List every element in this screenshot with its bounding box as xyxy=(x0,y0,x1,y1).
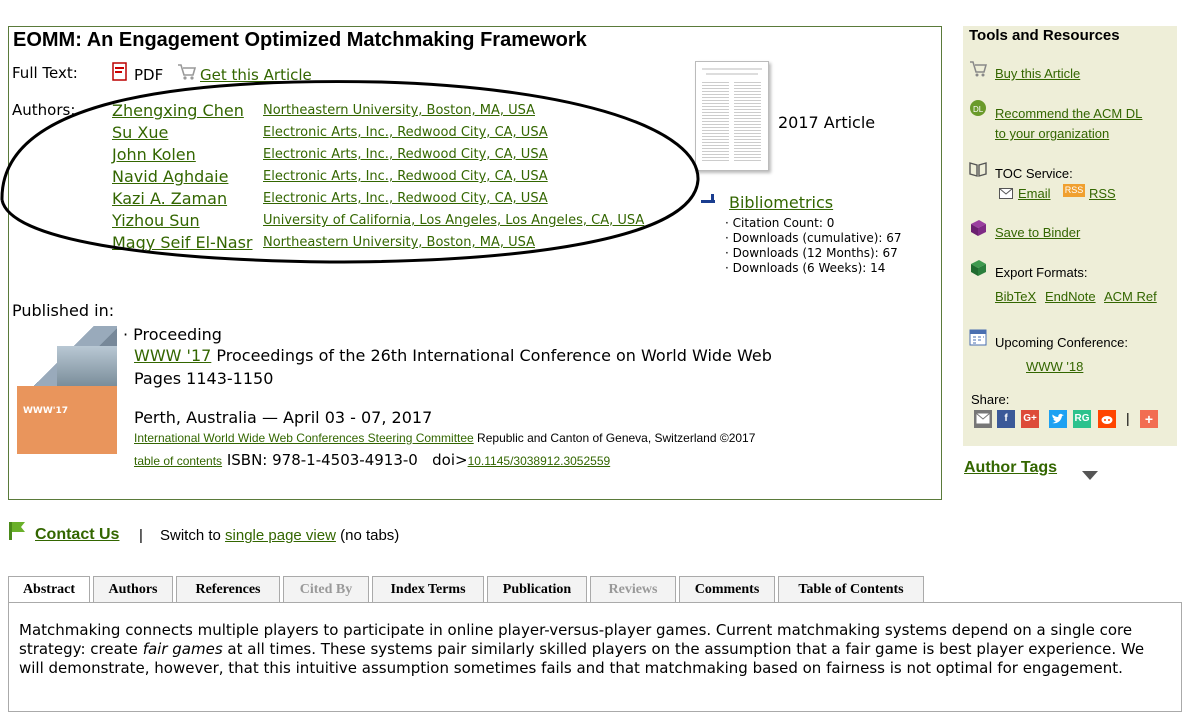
share-reddit-icon[interactable] xyxy=(1098,410,1116,428)
export-acmref-link[interactable]: ACM Ref xyxy=(1104,289,1157,304)
toc-link[interactable]: table of contents xyxy=(134,454,222,468)
publisher-line: International World Wide Web Conferences… xyxy=(134,431,756,445)
email-icon xyxy=(999,185,1013,199)
toc-email-link[interactable]: Email xyxy=(1018,186,1051,201)
upcoming-conference-label: Upcoming Conference: xyxy=(995,335,1128,350)
publisher-link[interactable]: International World Wide Web Conferences… xyxy=(134,431,474,445)
bibliometric-item: · Downloads (cumulative): 67 xyxy=(725,231,902,245)
bibliometrics-link[interactable]: Bibliometrics xyxy=(729,193,833,212)
bibliometric-item: · Downloads (12 Months): 67 xyxy=(725,246,898,260)
contact-us-link[interactable]: Contact Us xyxy=(35,526,119,544)
share-facebook-icon[interactable]: f xyxy=(997,410,1015,428)
share-more-icon[interactable]: + xyxy=(1140,410,1158,428)
share-label: Share: xyxy=(971,392,1010,407)
rss-icon: RSS xyxy=(1063,184,1085,197)
recommend-link-line2[interactable]: to your organization xyxy=(995,126,1109,141)
book-icon xyxy=(969,160,987,178)
switch-view-line: Switch to single page view (no tabs) xyxy=(160,527,400,544)
export-formats-label: Export Formats: xyxy=(995,265,1088,280)
export-bibtex-link[interactable]: BibTeX xyxy=(995,289,1036,304)
author-tags-link[interactable]: Author Tags xyxy=(964,459,1057,477)
calendar-icon xyxy=(969,328,987,346)
recommend-link-line1[interactable]: Recommend the ACM DL xyxy=(995,106,1142,121)
buy-article-link[interactable]: Buy this Article xyxy=(995,66,1080,81)
tools-sidebar: Tools and Resources Buy this Article DL … xyxy=(963,26,1177,446)
upcoming-conference-link[interactable]: WWW '18 xyxy=(1026,359,1083,374)
toc-service-label: TOC Service: xyxy=(995,166,1073,181)
cover-label: WWW'17 xyxy=(23,406,69,416)
chevron-down-icon[interactable] xyxy=(1082,466,1098,480)
tab-abstract[interactable]: Abstract xyxy=(8,576,90,603)
tab-comments[interactable]: Comments xyxy=(679,576,775,602)
venue-link[interactable]: WWW '17 xyxy=(134,346,211,365)
tab-publication[interactable]: Publication xyxy=(487,576,587,602)
page-title: EOMM: An Engagement Optimized Matchmakin… xyxy=(13,29,587,51)
tab-table-of-contents[interactable]: Table of Contents xyxy=(778,576,924,602)
toc-rss-link[interactable]: RSS xyxy=(1089,186,1116,201)
save-binder-link[interactable]: Save to Binder xyxy=(995,225,1080,240)
share-divider: | xyxy=(1126,410,1130,426)
bibliometric-item: · Downloads (6 Weeks): 14 xyxy=(725,261,886,275)
published-label: Published in: xyxy=(12,301,115,320)
tab-references[interactable]: References xyxy=(176,576,280,602)
venue-title: Proceedings of the 26th International Co… xyxy=(211,346,772,365)
conference-location: Perth, Australia — April 03 - 07, 2017 xyxy=(134,408,433,427)
abstract-panel: Matchmaking connects multiple players to… xyxy=(8,602,1182,712)
proceedings-cover[interactable]: WWW'17 xyxy=(17,326,117,454)
article-type: 2017 Article xyxy=(778,113,876,132)
single-page-view-link[interactable]: single page view xyxy=(225,527,336,544)
publication-type: · Proceeding xyxy=(123,325,222,344)
tab-index-terms[interactable]: Index Terms xyxy=(372,576,484,602)
doi-label: doi> xyxy=(417,451,468,469)
binder-icon xyxy=(969,219,987,237)
isbn: ISBN: 978-1-4503-4913-0 xyxy=(222,451,418,469)
sidebar-title: Tools and Resources xyxy=(969,27,1120,44)
pages: Pages 1143-1150 xyxy=(134,369,274,388)
contact-icon xyxy=(7,520,27,542)
tab-authors[interactable]: Authors xyxy=(93,576,173,602)
isbn-doi-line: table of contents ISBN: 978-1-4503-4913-… xyxy=(134,450,610,469)
share-google-icon[interactable]: G+ xyxy=(1021,410,1039,428)
cart-icon xyxy=(969,60,987,78)
doi-link[interactable]: 10.1145/3038912.3052559 xyxy=(468,454,611,468)
dl-recommend-icon: DL xyxy=(969,99,987,117)
export-icon xyxy=(969,259,987,277)
venue-line: WWW '17 Proceedings of the 26th Internat… xyxy=(134,346,772,365)
tab-cited-by: Cited By xyxy=(283,576,369,602)
bibliometric-item: · Citation Count: 0 xyxy=(725,216,835,230)
annotation-ellipse xyxy=(0,80,700,264)
contact-divider: | xyxy=(139,527,143,544)
tab-reviews: Reviews xyxy=(590,576,676,602)
export-endnote-link[interactable]: EndNote xyxy=(1045,289,1096,304)
abstract-emphasis: fair games xyxy=(142,640,223,658)
share-researchgate-icon[interactable]: RG xyxy=(1073,410,1091,428)
svg-text:DL: DL xyxy=(973,105,984,114)
share-email-icon[interactable] xyxy=(974,410,992,428)
abstract-text: Matchmaking connects multiple players to… xyxy=(19,621,1145,677)
share-twitter-icon[interactable] xyxy=(1049,410,1067,428)
